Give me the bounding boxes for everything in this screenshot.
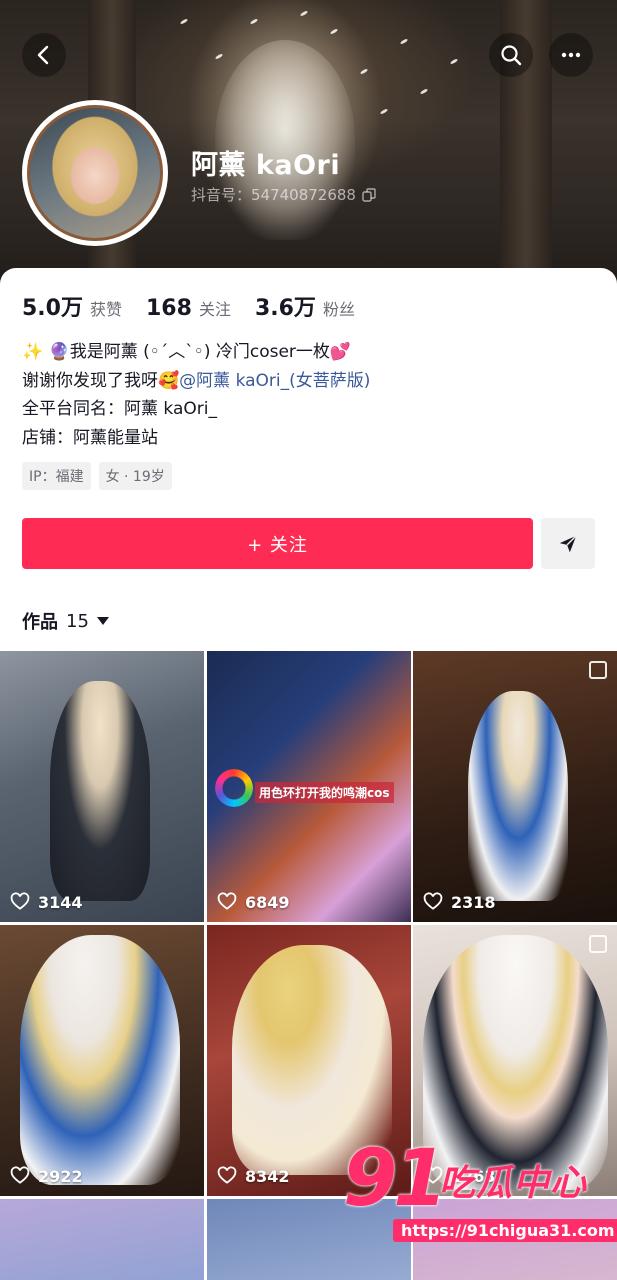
like-count: 6849 (217, 892, 290, 912)
watermark-url: https://91chigua31.com (393, 1219, 617, 1242)
gender-age-tag: 女 · 19岁 (98, 462, 172, 490)
bio-line-2: 谢谢你发现了我呀🥰@阿薰 kaOri_(女菩萨版) (22, 367, 370, 396)
back-arrow-icon (37, 45, 49, 65)
cover-figure (215, 40, 355, 240)
stat-label: 获赞 (89, 300, 122, 319)
like-count-value: 3144 (38, 892, 83, 912)
stat-label: 粉丝 (322, 300, 355, 319)
video-tile[interactable]: 2922 (0, 925, 204, 1196)
video-tile[interactable]: 3144 (0, 651, 204, 922)
like-count-value: 2318 (451, 892, 496, 912)
stat-followers[interactable]: 3.6万 粉丝 (255, 290, 355, 322)
multi-image-icon (589, 661, 607, 679)
search-button[interactable] (489, 33, 533, 77)
back-button[interactable] (22, 33, 66, 77)
video-tile[interactable] (0, 1199, 204, 1280)
douyin-id[interactable]: 抖音号：54740872688 (191, 184, 376, 205)
share-button[interactable] (541, 518, 595, 569)
stat-following[interactable]: 168 关注 (146, 296, 231, 321)
works-count: 15 (66, 610, 89, 632)
works-label: 作品 (22, 612, 58, 633)
video-caption: 用色环打开我的鸣潮cos (255, 782, 394, 803)
heart-icon (10, 892, 30, 910)
search-icon (501, 45, 522, 66)
ip-tag: IP：福建 (22, 462, 91, 490)
like-count: 2318 (423, 892, 496, 912)
watermark: 91 吃瓜中心 https://91chigua31.com (343, 1134, 617, 1250)
stats-row: 5.0万 获赞 168 关注 3.6万 粉丝 (22, 290, 379, 322)
video-tile[interactable]: 2318 (413, 651, 617, 922)
avatar[interactable] (22, 100, 168, 246)
like-count: 8342 (217, 1166, 290, 1186)
multi-image-icon (589, 935, 607, 953)
stat-value: 5.0万 (22, 296, 83, 321)
bio-line-1: ✨ 🔮我是阿薰 (◦´︿`◦) 冷门coser一枚💕 (22, 342, 352, 362)
like-count-value: 2922 (38, 1166, 83, 1186)
copy-icon[interactable] (362, 187, 376, 202)
bio-mention-link[interactable]: @阿薰 kaOri_(女菩萨版) (179, 371, 370, 391)
profile-tags: IP：福建 女 · 19岁 (22, 462, 172, 490)
avatar-image (27, 105, 163, 241)
bio-line-4: 店铺：阿薰能量站 (22, 427, 158, 448)
stat-likes[interactable]: 5.0万 获赞 (22, 290, 122, 322)
like-count: 2922 (10, 1166, 83, 1186)
like-count-value: 6849 (245, 892, 290, 912)
send-icon (559, 534, 577, 552)
stat-value: 168 (146, 296, 192, 321)
stat-value: 3.6万 (254, 296, 316, 321)
like-count: 3144 (10, 892, 83, 912)
nickname: 阿薰 kaOri (191, 150, 341, 181)
bio-line-2-text: 谢谢你发现了我呀🥰 (22, 370, 180, 391)
watermark-text: 吃瓜中心 (439, 1163, 588, 1204)
follow-button[interactable]: + 关注 (22, 518, 533, 569)
stat-label: 关注 (198, 300, 231, 319)
heart-icon (217, 1166, 237, 1184)
heart-icon (217, 892, 237, 910)
bio: ✨ 🔮我是阿薰 (◦´︿`◦) 冷门coser一枚💕 谢谢你发现了我呀🥰@阿薰 … (22, 338, 370, 452)
douyin-id-text: 抖音号：54740872688 (191, 186, 356, 204)
color-wheel-icon (215, 769, 253, 807)
video-tile[interactable]: 用色环打开我的鸣潮cos 6849 (207, 651, 411, 922)
works-tab[interactable]: 作品 15 (22, 608, 109, 634)
like-count-value: 8342 (245, 1166, 290, 1186)
caret-down-icon (96, 617, 109, 625)
bio-line-3: 全平台同名：阿薰 kaOri_ (22, 399, 217, 419)
heart-icon (10, 1166, 30, 1184)
more-button[interactable] (549, 33, 593, 77)
watermark-number: 91 (343, 1134, 448, 1224)
heart-icon (423, 892, 443, 910)
more-icon (561, 52, 581, 58)
